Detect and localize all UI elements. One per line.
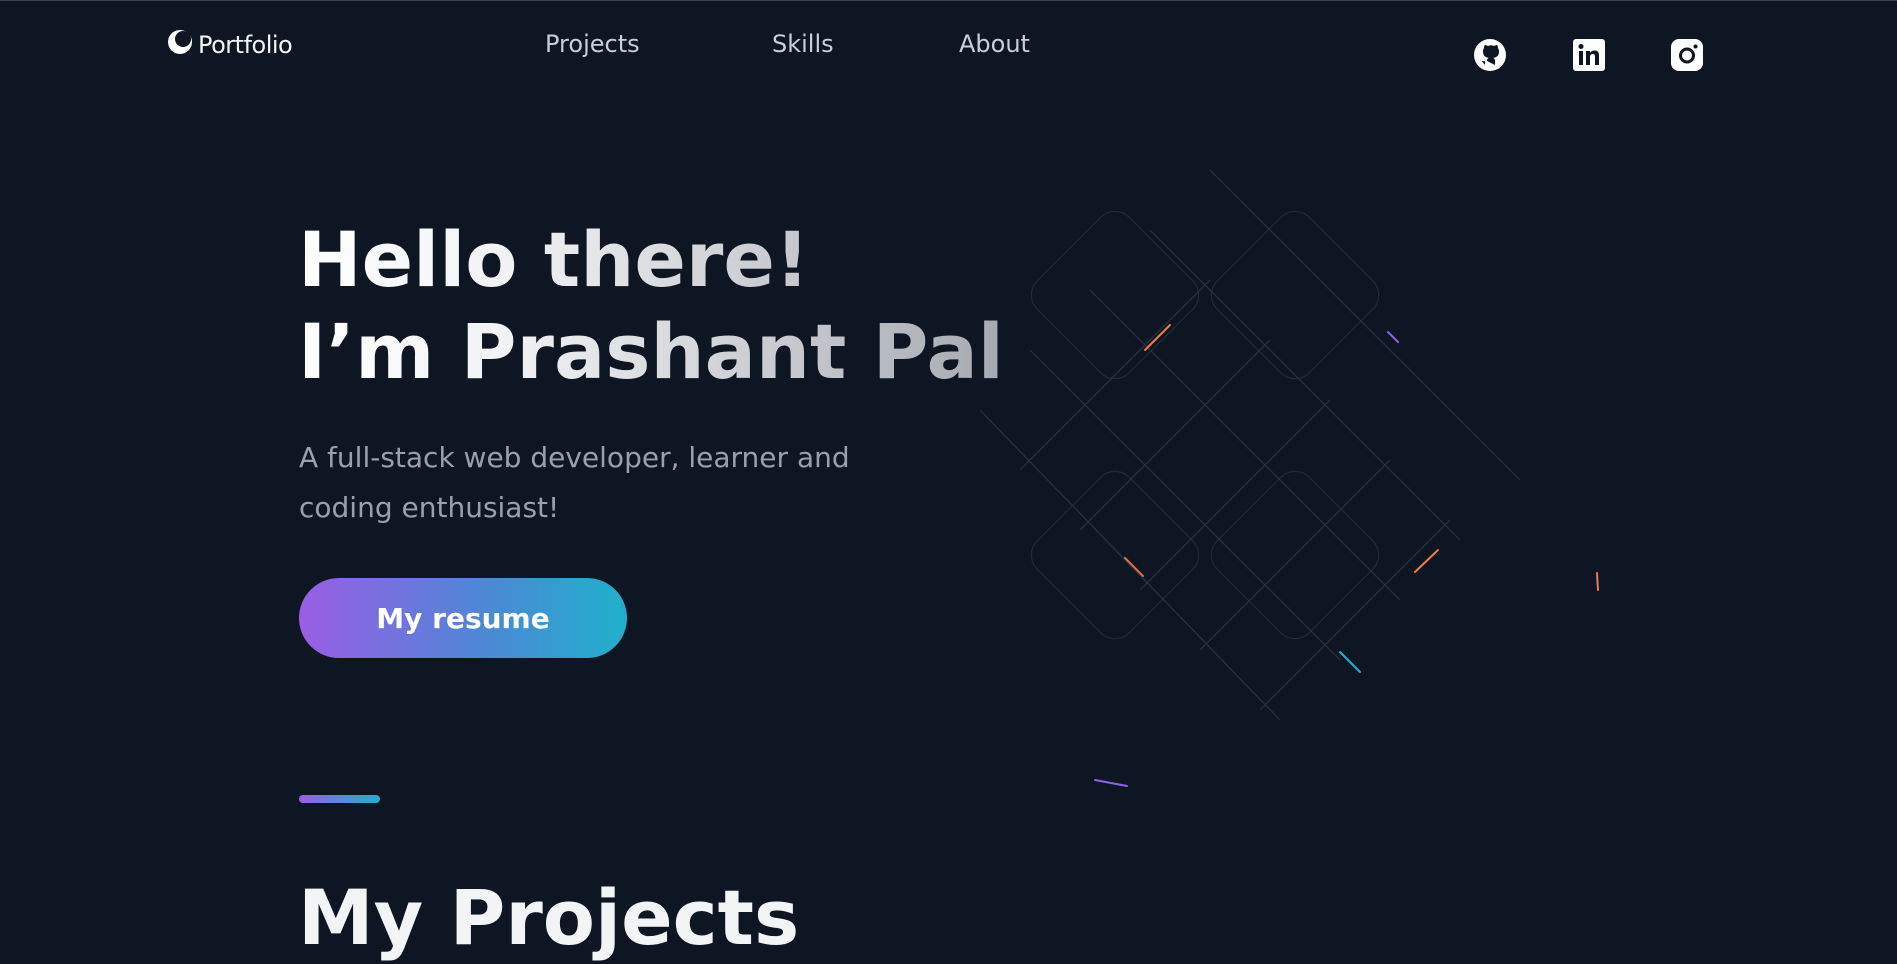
hero-greeting: Hello there!: [298, 214, 1004, 306]
github-icon: [1474, 39, 1506, 71]
section-divider: [299, 795, 380, 803]
crescent-logo-icon: [166, 28, 194, 62]
nav-link-about[interactable]: About: [959, 30, 1030, 58]
linkedin-icon: [1573, 39, 1605, 71]
github-link[interactable]: [1473, 38, 1507, 72]
instagram-icon: [1671, 39, 1703, 71]
resume-button[interactable]: My resume: [299, 578, 627, 658]
hero-name: I’m Prashant Pal: [298, 307, 1004, 396]
site-logo[interactable]: Portfolio: [166, 28, 293, 62]
instagram-link[interactable]: [1670, 38, 1704, 72]
hero-title: Hello there! I’m Prashant Pal: [298, 214, 1004, 398]
linkedin-link[interactable]: [1572, 38, 1606, 72]
projects-section-title: My Projects: [298, 873, 800, 962]
background-grid-art: [980, 169, 1599, 787]
top-border: [0, 0, 1897, 1]
hero-subtitle: A full-stack web developer, learner and …: [299, 441, 850, 524]
nav-link-skills[interactable]: Skills: [772, 30, 834, 58]
nav-link-projects[interactable]: Projects: [545, 30, 640, 58]
logo-text: Portfolio: [198, 31, 293, 59]
